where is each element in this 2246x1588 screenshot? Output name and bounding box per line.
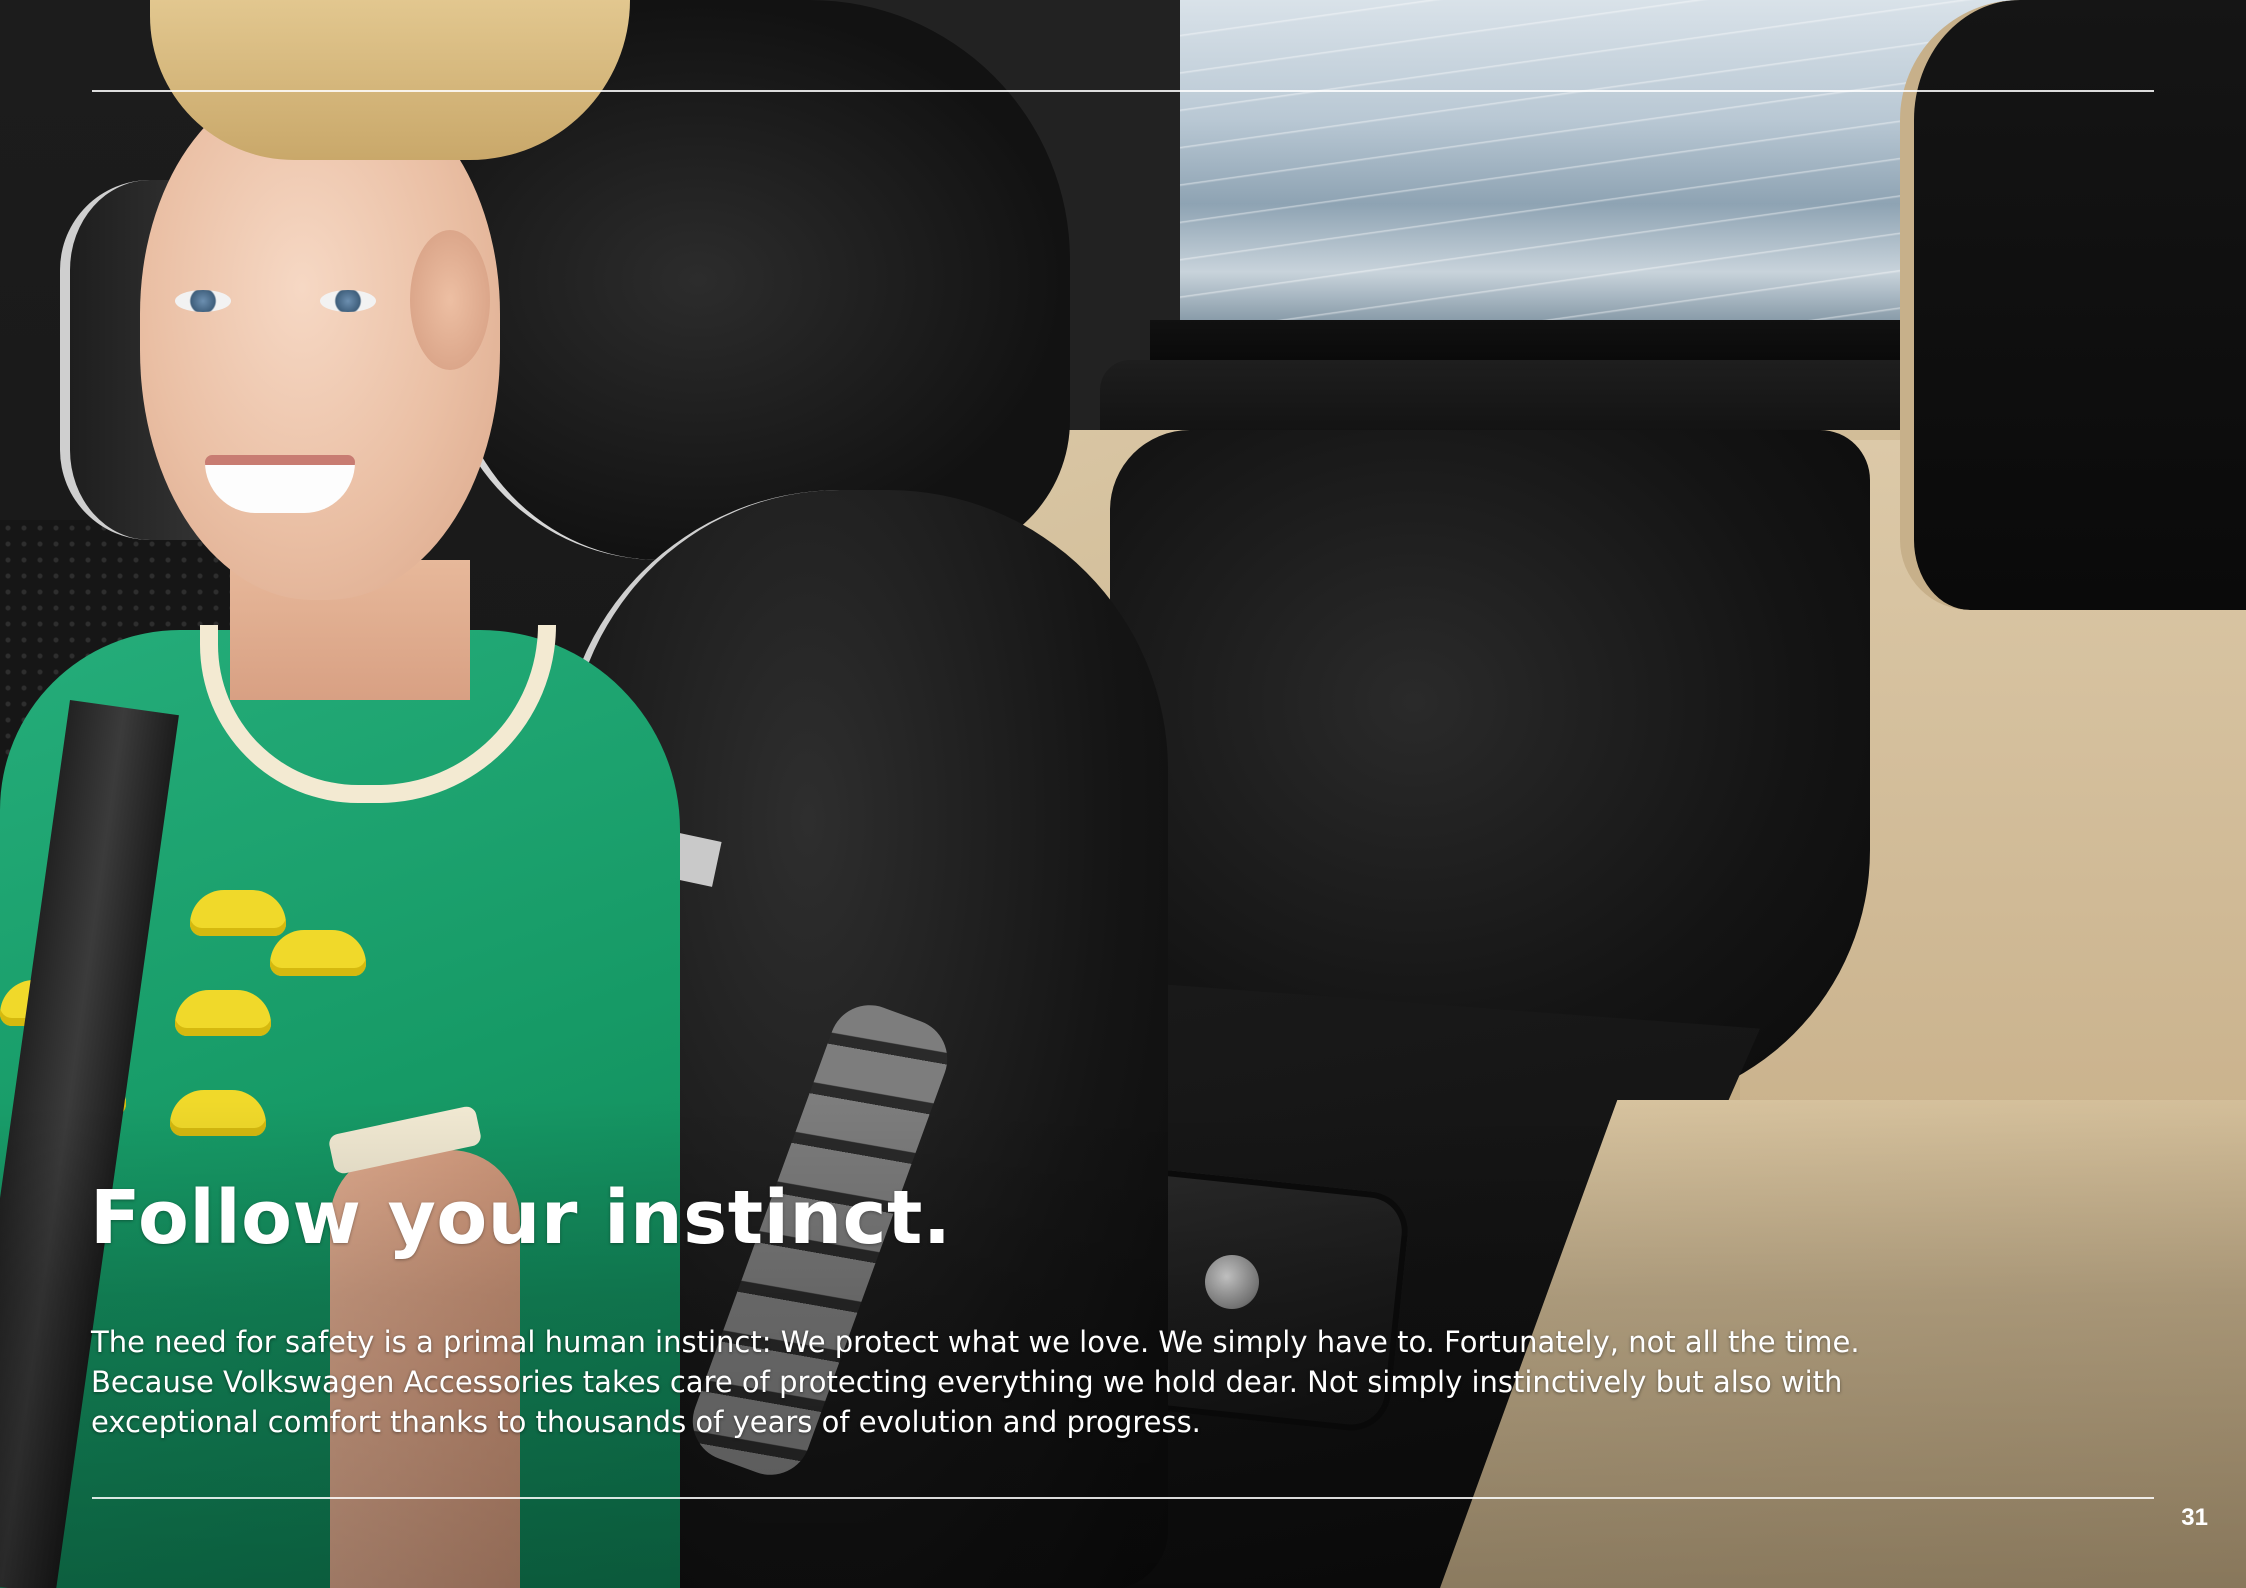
bottom-divider <box>92 1497 2154 1499</box>
shirt-car-print <box>190 890 286 936</box>
shirt-car-print <box>270 930 366 976</box>
body-line: Because Volkswagen Accessories takes car… <box>91 1365 1843 1399</box>
boy-eye-right <box>320 290 376 312</box>
top-divider <box>92 90 2154 92</box>
brochure-page: Follow your instinct. The need for safet… <box>0 0 2246 1588</box>
body-line: exceptional comfort thanks to thousands … <box>91 1405 1201 1439</box>
body-line: The need for safety is a primal human in… <box>91 1325 1860 1359</box>
boy-smile <box>205 455 355 513</box>
body-copy: The need for safety is a primal human in… <box>91 1322 1871 1442</box>
rear-window-defroster-lines <box>1180 0 2020 340</box>
page-headline: Follow your instinct. <box>90 1175 952 1261</box>
page-number: 31 <box>2181 1504 2208 1531</box>
shirt-car-print <box>175 990 271 1036</box>
boy-eye-left <box>175 290 231 312</box>
boy-ear <box>410 230 490 370</box>
